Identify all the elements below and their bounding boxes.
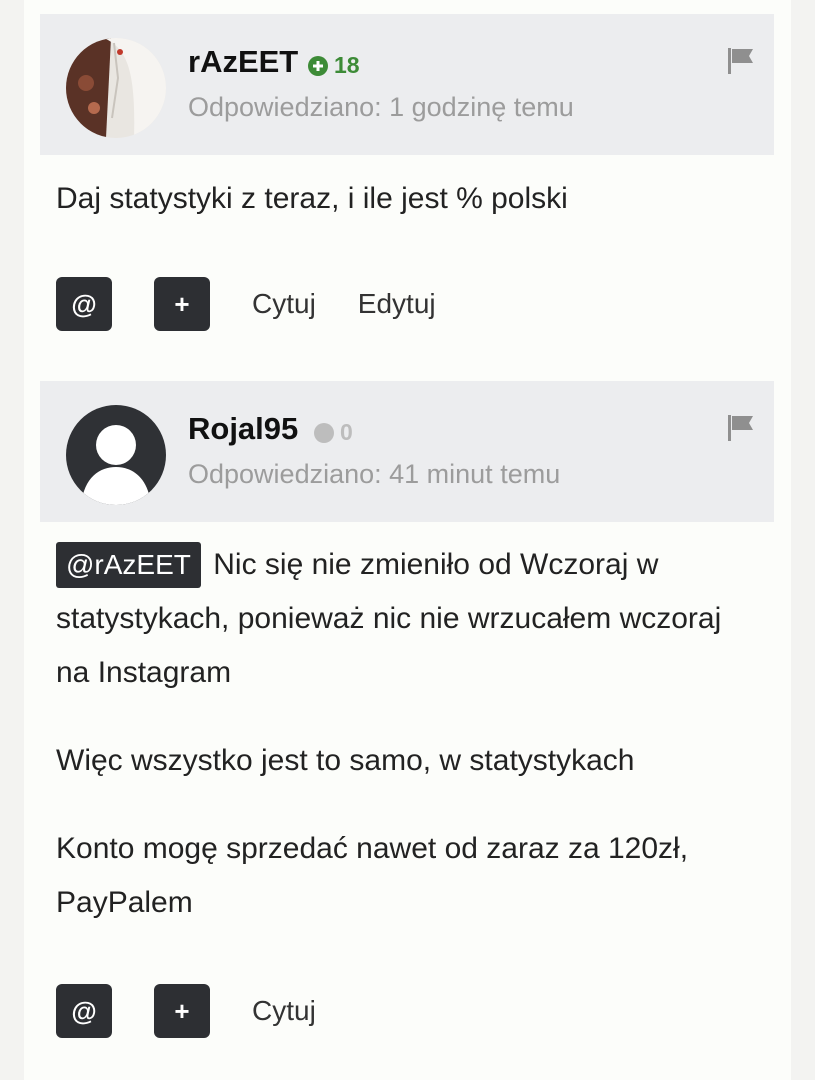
post-paragraph: @rAzEET Nic się nie zmieniło od Wczoraj … xyxy=(56,538,756,700)
post-actions: @ + Cytuj Edytuj xyxy=(56,277,478,331)
plus-button[interactable]: + xyxy=(154,984,210,1038)
username[interactable]: rAzEET xyxy=(188,44,298,80)
plus-circle-icon xyxy=(308,55,328,76)
reputation-badge: 0 xyxy=(314,419,353,446)
mention-button[interactable]: @ xyxy=(56,277,112,331)
avatar[interactable] xyxy=(66,38,166,138)
post-body: Daj statystyki z teraz, i ile jest % pol… xyxy=(56,172,756,260)
reputation-badge: 18 xyxy=(308,52,360,79)
reputation-count: 18 xyxy=(334,52,360,78)
post-text: Daj statystyki z teraz, i ile jest % pol… xyxy=(56,182,568,215)
post-header: rAzEET 18 Odpowiedziano: 1 godzinę temu xyxy=(40,14,774,155)
plus-button[interactable]: + xyxy=(154,277,210,331)
mention-tag[interactable]: @rAzEET xyxy=(56,542,201,588)
post-header: Rojal95 0 Odpowiedziano: 41 minut temu xyxy=(40,381,774,522)
flag-icon[interactable] xyxy=(726,46,756,76)
username[interactable]: Rojal95 xyxy=(188,411,298,447)
post: Rojal95 0 Odpowiedziano: 41 minut temu @… xyxy=(40,381,774,1080)
quote-button[interactable]: Cytuj xyxy=(252,995,316,1027)
post-timestamp: Odpowiedziano: 1 godzinę temu xyxy=(188,92,574,122)
post: rAzEET 18 Odpowiedziano: 1 godzinę temu … xyxy=(40,14,774,354)
post-text: Więc wszystko jest to samo, w statystyka… xyxy=(56,744,635,777)
mention-button[interactable]: @ xyxy=(56,984,112,1038)
post-text: Konto mogę sprzedać nawet od zaraz za 12… xyxy=(56,832,689,919)
post-actions: @ + Cytuj xyxy=(56,984,358,1038)
quote-button[interactable]: Cytuj xyxy=(252,288,316,320)
avatar[interactable] xyxy=(66,405,166,505)
reputation-count: 0 xyxy=(340,419,353,445)
flag-icon[interactable] xyxy=(726,413,756,443)
thread-card: rAzEET 18 Odpowiedziano: 1 godzinę temu … xyxy=(24,0,791,1080)
neutral-dot-icon xyxy=(314,422,334,443)
post-timestamp: Odpowiedziano: 41 minut temu xyxy=(188,459,561,489)
post-body: @rAzEET Nic się nie zmieniło od Wczoraj … xyxy=(56,538,756,964)
edit-button[interactable]: Edytuj xyxy=(358,288,436,320)
